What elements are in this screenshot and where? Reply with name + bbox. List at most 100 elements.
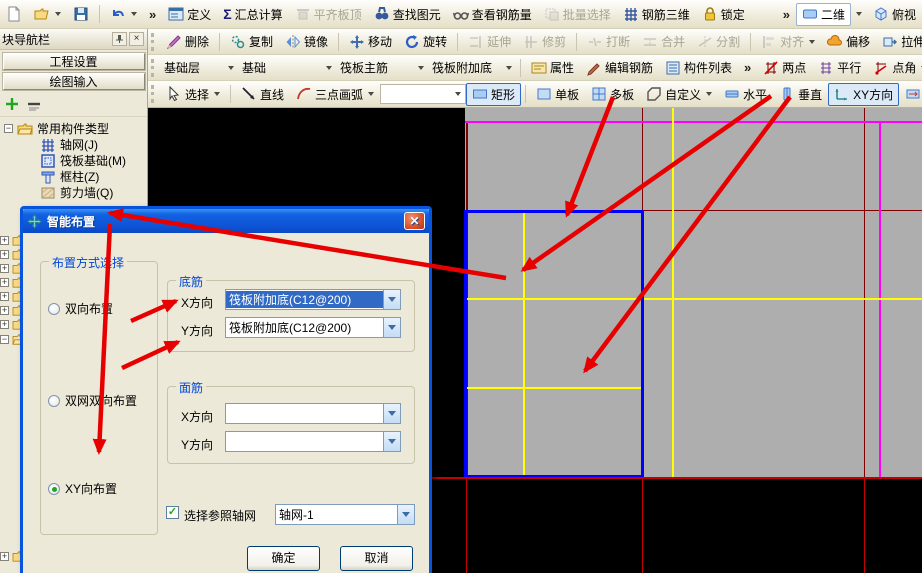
parallel-edge-button[interactable]: 平行边布置受力筋 [899,83,922,106]
edit-rebar-button[interactable]: 编辑钢筋 [580,56,659,79]
xy-direction-button[interactable]: XY方向 [828,82,900,106]
reference-axis-combo[interactable]: 轴网-1 [275,504,415,525]
bottom-x-combo[interactable]: 筏板附加底(C12@200) [225,289,401,310]
tree-item-shear-wall[interactable]: 剪力墙(Q) [4,185,147,200]
component-combo[interactable]: 筏板附加底 [428,57,516,78]
toolbar-overflow-button[interactable]: » [143,7,162,22]
rect-draw-label: 矩形 [491,87,516,102]
top-y-combo[interactable] [225,431,401,452]
tree-item-raft-foundation[interactable]: 筏板基础(M) [4,153,147,168]
top-x-combo[interactable] [225,403,401,424]
radio-bidirectional[interactable]: 双向布置 [48,300,113,317]
radio-xy-direction[interactable]: XY向布置 [48,480,117,497]
tree-item-frame-column[interactable]: 框柱(Z) [4,169,147,184]
panel-close-icon[interactable]: × [129,32,144,46]
mirror-button[interactable]: 镜像 [279,30,334,53]
expand-box-icon[interactable]: + [0,319,9,329]
undo-button[interactable] [104,3,143,25]
project-settings-button[interactable]: 工程设置 [2,53,145,70]
expand-all-icon[interactable] [4,96,20,112]
expand-box-icon[interactable]: + [0,235,9,245]
selection-rect-blue[interactable] [464,210,644,478]
rotate-button[interactable]: 旋转 [398,30,453,53]
move-button[interactable]: 移动 [343,30,398,53]
expand-box-icon[interactable]: + [0,249,9,259]
extend-icon [470,35,481,48]
component-list-button[interactable]: 构件列表 [659,56,738,79]
tree-root-row[interactable]: − 常用构件类型 [4,121,147,136]
layer-combo[interactable]: 基础层 [160,57,238,78]
toolbar-gripper[interactable] [151,32,156,51]
rect-draw-button[interactable]: 矩形 [466,82,522,106]
rebar-3d-button[interactable]: 钢筋三维 [617,3,696,26]
top-view-button[interactable]: 俯视 [867,3,922,26]
toolbar-overflow-button-3[interactable]: » [738,60,757,75]
rebar-type-combo[interactable]: 筏板主筋 [336,57,428,78]
collapse-box-icon[interactable]: − [0,334,9,344]
toolbar-gripper[interactable] [151,58,156,77]
copy-button[interactable]: 复制 [224,30,279,53]
collapse-all-icon[interactable] [26,96,42,112]
category-combo[interactable]: 基础 [238,57,336,78]
new-file-button[interactable] [0,3,28,25]
arc-3pt-button[interactable]: 三点画弧 [290,83,380,106]
properties-button[interactable]: 属性 [525,56,580,79]
break-label: 打断 [606,35,631,49]
sum-calc-label: 汇总计算 [234,7,283,22]
custom-slab-button[interactable]: 自定义 [640,83,718,106]
reference-axis-checkbox[interactable]: ✓ [166,506,179,519]
move-icon [350,34,365,49]
line-button[interactable]: 直线 [235,83,290,106]
drawing-input-button[interactable]: 绘图输入 [2,73,145,90]
combo-dropdown-icon[interactable] [383,432,400,451]
extend-button: 延伸 [462,30,517,53]
radio-double-mesh-bidirectional[interactable]: 双网双向布置 [48,392,137,409]
view-rebar-qty-label: 查看钢筋量 [471,7,532,22]
combo-dropdown-icon[interactable] [383,404,400,423]
define-button[interactable]: 定义 [162,3,217,26]
parallel-axis-button[interactable]: 平行 [812,56,867,79]
dialog-close-icon[interactable]: ✕ [404,212,425,230]
sum-calc-button[interactable]: Σ 汇总计算 [217,3,288,26]
combo-dropdown-icon[interactable] [383,318,400,337]
save-button[interactable] [67,3,95,25]
expand-box-icon[interactable]: + [0,551,9,561]
view-2d-button[interactable]: 二维 [796,2,852,26]
vertical-button[interactable]: 垂直 [773,83,828,106]
dialog-titlebar[interactable]: 智能布置 ✕ [23,209,429,233]
collapse-box-icon[interactable]: − [4,124,13,133]
combo-dropdown-icon[interactable] [383,290,400,309]
horizontal-button[interactable]: 水平 [718,83,773,106]
find-element-button[interactable]: 查找图元 [368,3,447,26]
expand-box-icon[interactable]: + [0,291,9,301]
delete-label: 删除 [185,35,210,49]
bottom-y-combo[interactable]: 筏板附加底(C12@200) [225,317,401,338]
combo-dropdown-icon[interactable] [397,505,414,524]
single-slab-button[interactable]: 单板 [530,83,585,106]
category-combo-value: 基础 [242,61,267,75]
two-points-axis-button[interactable]: 两点 [757,56,812,79]
expand-box-icon[interactable]: + [0,263,9,273]
lock-button[interactable]: 锁定 [696,3,751,26]
shear-wall-icon [41,187,55,198]
view-2d-caret-icon[interactable] [856,12,863,16]
empty-combo[interactable] [380,84,467,104]
offset-button[interactable]: 偏移 [821,30,876,53]
tree-item-axis-grid[interactable]: 轴网(J) [4,137,147,152]
stretch-button[interactable]: 拉伸 [876,30,922,53]
toolbar-gripper[interactable] [151,85,156,103]
select-button[interactable]: 选择 [160,83,226,106]
lock-icon [704,7,715,21]
open-file-button[interactable] [28,3,67,25]
point-angle-axis-button[interactable]: 点角 [867,56,922,79]
expand-box-icon[interactable]: + [0,305,9,315]
view-rebar-qty-button[interactable]: 查看钢筋量 [447,3,538,26]
save-icon [74,7,88,21]
multi-slab-button[interactable]: 多板 [585,83,640,106]
ok-button[interactable]: 确定 [247,546,320,571]
delete-button[interactable]: 删除 [160,30,215,53]
cancel-button[interactable]: 取消 [340,546,413,571]
pin-icon[interactable] [112,32,127,46]
expand-box-icon[interactable]: + [0,277,9,287]
toolbar-overflow-button-2[interactable]: » [777,7,796,22]
